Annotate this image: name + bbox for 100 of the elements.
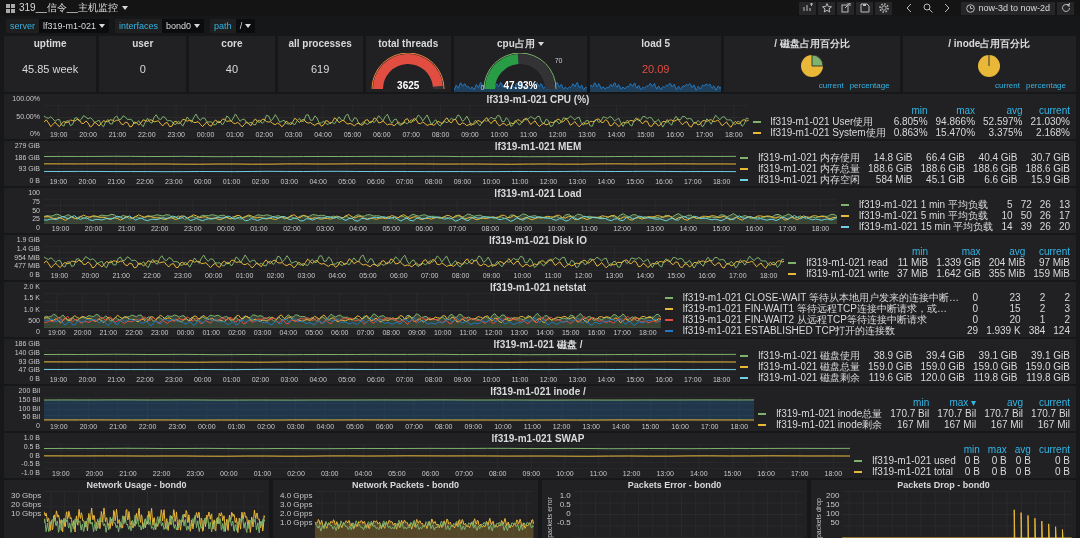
legend-header[interactable]: current [995, 81, 1020, 90]
axis-tick-label: 150 [826, 500, 840, 509]
legend-label[interactable]: lf319-m1-021 磁盘剩余 [758, 372, 861, 383]
legend-value: 2 [1063, 292, 1070, 303]
legend-header[interactable]: max [936, 246, 981, 257]
legend-label[interactable]: lf319-m1-021 1 min 平均负载 [859, 199, 994, 210]
variable-label: path [210, 19, 236, 33]
axis-tick-label: 200 [826, 491, 840, 500]
legend-value: 38.9 GiB [872, 350, 913, 361]
panel-title: core [221, 38, 243, 50]
refresh-button[interactable] [1057, 1, 1074, 15]
legend-label[interactable]: lf319-m1-021 write [806, 268, 889, 279]
dashboard-grid-icon [6, 3, 15, 13]
legend-label[interactable]: lf319-m1-021 磁盘总量 [758, 361, 861, 372]
legend-label[interactable]: lf319-m1-021 ESTABLISHED TCP打开的连接数 [682, 325, 959, 336]
legend-value: 167 Mil [896, 419, 930, 430]
axis-tick-label: 1.0 Gpps [280, 518, 313, 527]
legend-header[interactable]: current [1030, 105, 1070, 116]
legend-value: 119.6 GiB [868, 372, 913, 383]
dashboard-title-dropdown[interactable]: 319__信令__主机监控 [19, 1, 128, 15]
legend-value: 0 B [1014, 466, 1031, 477]
star-icon [821, 3, 832, 13]
legend-header[interactable]: max [987, 444, 1007, 455]
legend-label[interactable]: lf319-m1-021 FIN-WAIT1 等待远程TCP连接中断请求，或… [682, 303, 959, 314]
legend-header[interactable]: current [818, 81, 844, 90]
legend-label[interactable]: lf319-m1-021 内存空闲 [758, 174, 861, 185]
legend-header[interactable]: avg [984, 397, 1024, 408]
legend-value: 37 MiB [897, 268, 929, 279]
legend-value: 50 [1020, 210, 1032, 221]
legend-value: 45.1 GiB [925, 174, 966, 185]
stat-value: 40 [225, 63, 239, 75]
legend-value: 0 B [963, 455, 980, 466]
legend-header[interactable]: current [1033, 246, 1070, 257]
legend-label[interactable]: lf319-m1-021 5 min 平均负载 [859, 210, 994, 221]
legend-label[interactable]: lf319-m1-021 inode剩余 [776, 419, 883, 430]
legend-label[interactable]: lf319-m1-021 CLOSE-WAIT 等待从本地用户发来的连接中断… [682, 292, 959, 303]
variable-dropdown[interactable]: lf319-m1-021 [39, 19, 110, 33]
legend-label[interactable]: lf319-m1-021 used [872, 455, 956, 466]
stat-value: 45.85 week [21, 63, 79, 75]
legend-header[interactable]: avg [988, 246, 1026, 257]
legend-header[interactable]: min [963, 444, 980, 455]
legend-value: 1.339 GiB [936, 257, 981, 268]
legend-header[interactable]: current [1031, 397, 1070, 408]
legend-header[interactable]: min [893, 105, 928, 116]
legend-label[interactable]: lf319-m1-021 内存使用 [758, 152, 861, 163]
legend-value: 355 MiB [988, 268, 1026, 279]
legend-value: 119.8 GiB [1025, 372, 1070, 383]
legend-header[interactable]: min [897, 246, 929, 257]
legend-value: 1.642 GiB [936, 268, 981, 279]
legend-label[interactable]: lf319-m1-021 FIN-WAIT2 从远程TCP等待连接中断请求 [682, 314, 959, 325]
legend-label[interactable]: lf319-m1-021 System使用 [770, 127, 886, 138]
legend-label[interactable]: lf319-m1-021 total [872, 466, 956, 477]
share-button[interactable] [837, 1, 855, 15]
panel-title: lf319-m1-021 磁盘 / [493, 339, 583, 350]
legend-header[interactable]: min [890, 397, 930, 408]
legend-value: 15.9 GiB [1030, 174, 1070, 185]
legend-label[interactable]: lf319-m1-021 User使用 [770, 116, 886, 127]
legend-value: 39.1 GiB [977, 350, 1018, 361]
legend-value: 21.030% [1030, 116, 1070, 127]
legend-value: 39.4 GiB [925, 350, 966, 361]
legend-value: 3 [1063, 303, 1070, 314]
legend-header[interactable]: avg [983, 105, 1023, 116]
legend-value: 23 [1008, 292, 1021, 303]
panel-title: lf319-m1-021 Load [494, 188, 582, 199]
variable-dropdown[interactable]: / [235, 19, 256, 33]
legend-header[interactable]: percentage [1025, 81, 1066, 90]
legend-value: 167 Mil [989, 419, 1024, 430]
panel-title: lf319-m1-021 SWAP [491, 433, 585, 444]
legend-value: 5 [1006, 199, 1013, 210]
caret-icon [121, 6, 128, 10]
time-range-picker[interactable]: now-3d to now-2d [961, 1, 1055, 15]
legend-value: 2 [1038, 292, 1046, 303]
variable-dropdown[interactable]: bond0 [162, 19, 205, 33]
axis-tick-label: 0 [565, 509, 571, 518]
legend-header[interactable]: percentage [849, 81, 890, 90]
legend-header[interactable]: max ▾ [937, 397, 977, 408]
legend-value: 167 Mil [1036, 419, 1070, 430]
star-button[interactable] [818, 1, 836, 15]
axis-tick-label: -0.5 [557, 518, 571, 527]
legend-label[interactable]: lf319-m1-021 inode总量 [776, 408, 883, 419]
panel-title: uptime [33, 38, 67, 50]
legend-value: 170.7 Bil [1031, 408, 1070, 419]
legend-value: 72 [1020, 199, 1032, 210]
legend-value: 3.375% [987, 127, 1023, 138]
save-button[interactable] [856, 1, 874, 15]
legend-header[interactable]: max [935, 105, 976, 116]
legend-header[interactable]: avg [1014, 444, 1031, 455]
legend-value: 120.0 GiB [920, 372, 966, 383]
legend-header[interactable]: current [1038, 444, 1070, 455]
legend-value: 29 [967, 325, 979, 336]
legend-value: 52.597% [983, 116, 1023, 127]
legend-label[interactable]: lf319-m1-021 15 min 平均负载 [859, 221, 994, 232]
variable-label: server [6, 19, 39, 33]
legend-label[interactable]: lf319-m1-021 read [806, 257, 889, 268]
axis-tick-label: 3.0 Gpps [280, 500, 313, 509]
caret-icon [99, 24, 106, 28]
legend-label[interactable]: lf319-m1-021 内存总量 [758, 163, 861, 174]
settings-button[interactable] [875, 1, 893, 15]
legend-label[interactable]: lf319-m1-021 磁盘使用 [758, 350, 861, 361]
add-panel-button[interactable] [799, 1, 817, 15]
